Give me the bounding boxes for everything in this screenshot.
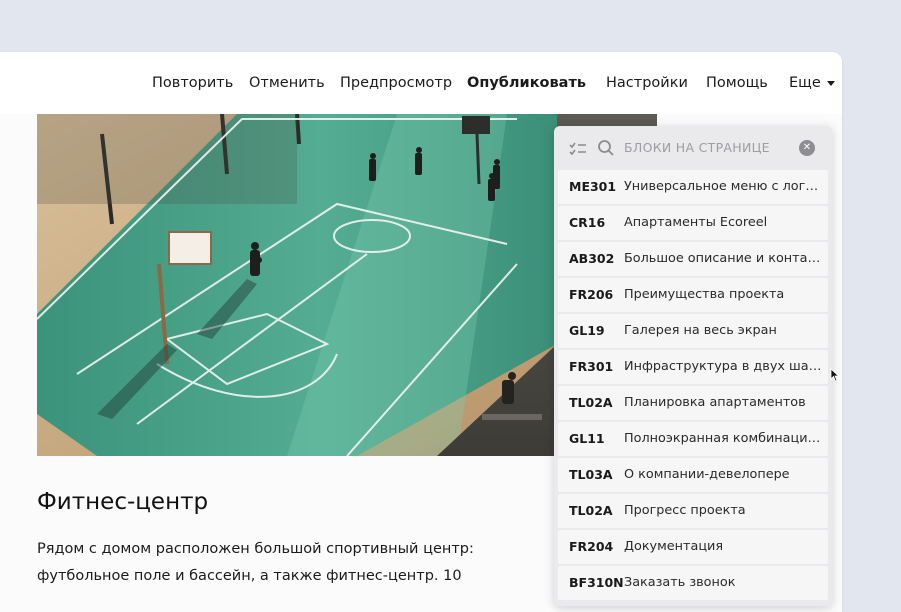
preview-button[interactable]: Предпросмотр bbox=[340, 75, 452, 91]
block-code: BF310N bbox=[569, 575, 624, 590]
block-code: FR204 bbox=[569, 539, 614, 554]
page-blocks-panel: ✕ ME301 Универсальное меню с логот... CR1… bbox=[554, 126, 832, 606]
block-code: TL02A bbox=[569, 395, 613, 410]
undo-button[interactable]: Отменить bbox=[249, 75, 325, 91]
block-item-11[interactable]: BF310N Заказать звонок bbox=[558, 566, 828, 600]
block-name: Документация bbox=[624, 539, 724, 554]
block-item-0[interactable]: ME301 Универсальное меню с логот... bbox=[558, 170, 828, 204]
help-button[interactable]: Помощь bbox=[706, 75, 768, 91]
block-name: Галерея на весь экран bbox=[624, 323, 777, 338]
mouse-cursor-icon bbox=[830, 367, 840, 386]
block-name: Большое описание и контакты bbox=[624, 251, 824, 266]
block-name: Полноэкранная комбинация... bbox=[624, 431, 824, 446]
block-code: TL02A bbox=[569, 503, 613, 518]
blocks-list: ME301 Универсальное меню с логот... CR16 А… bbox=[558, 170, 828, 602]
publish-button[interactable]: Опубликовать bbox=[467, 75, 586, 91]
close-icon[interactable]: ✕ bbox=[799, 140, 815, 156]
search-icon bbox=[597, 139, 615, 161]
blocks-search-bar: ✕ bbox=[554, 126, 832, 170]
block-name: Инфраструктура в двух шагах bbox=[624, 359, 824, 374]
block-code: ME301 bbox=[569, 179, 617, 194]
block-name: Планировка апартаментов bbox=[624, 395, 806, 410]
block-code: AB302 bbox=[569, 251, 615, 266]
block-code: GL11 bbox=[569, 431, 605, 446]
block-item-7[interactable]: GL11 Полноэкранная комбинация... bbox=[558, 422, 828, 456]
block-item-4[interactable]: GL19 Галерея на весь экран bbox=[558, 314, 828, 348]
block-name: Прогресс проекта bbox=[624, 503, 746, 518]
block-item-3[interactable]: FR206 Преимущества проекта bbox=[558, 278, 828, 312]
block-item-1[interactable]: CR16 Апартаменты Ecoreel bbox=[558, 206, 828, 240]
toolbar-nav: Повторить Отменить Предпросмотр Опублико… bbox=[0, 52, 835, 114]
list-check-icon[interactable] bbox=[569, 141, 587, 160]
section-description: Рядом с домом расположен большой спортив… bbox=[37, 541, 474, 584]
section-title: Фитнес-центр bbox=[37, 489, 209, 515]
blocks-search-input[interactable] bbox=[624, 140, 784, 155]
more-menu-button[interactable]: Еще bbox=[789, 75, 835, 91]
block-code: FR301 bbox=[569, 359, 614, 374]
block-item-8[interactable]: TL03A О компании-девелопере bbox=[558, 458, 828, 492]
block-name: Апартаменты Ecoreel bbox=[624, 215, 768, 230]
block-code: CR16 bbox=[569, 215, 606, 230]
block-name: Заказать звонок bbox=[624, 575, 736, 590]
block-code: FR206 bbox=[569, 287, 614, 302]
block-name: Преимущества проекта bbox=[624, 287, 785, 302]
block-code: TL03A bbox=[569, 467, 613, 482]
block-code: GL19 bbox=[569, 323, 605, 338]
redo-button[interactable]: Повторить bbox=[152, 75, 233, 91]
block-name: О компании-девелопере bbox=[624, 467, 790, 482]
block-item-10[interactable]: FR204 Документация bbox=[558, 530, 828, 564]
settings-button[interactable]: Настройки bbox=[606, 75, 688, 91]
block-item-2[interactable]: AB302 Большое описание и контакты bbox=[558, 242, 828, 276]
chevron-down-icon bbox=[826, 80, 835, 86]
block-item-9[interactable]: TL02A Прогресс проекта bbox=[558, 494, 828, 528]
block-name: Универсальное меню с логот... bbox=[624, 179, 824, 194]
more-label: Еще bbox=[789, 75, 821, 91]
block-item-6[interactable]: TL02A Планировка апартаментов bbox=[558, 386, 828, 420]
top-toolbar: Повторить Отменить Предпросмотр Опублико… bbox=[0, 52, 842, 114]
block-item-5[interactable]: FR301 Инфраструктура в двух шагах bbox=[558, 350, 828, 384]
